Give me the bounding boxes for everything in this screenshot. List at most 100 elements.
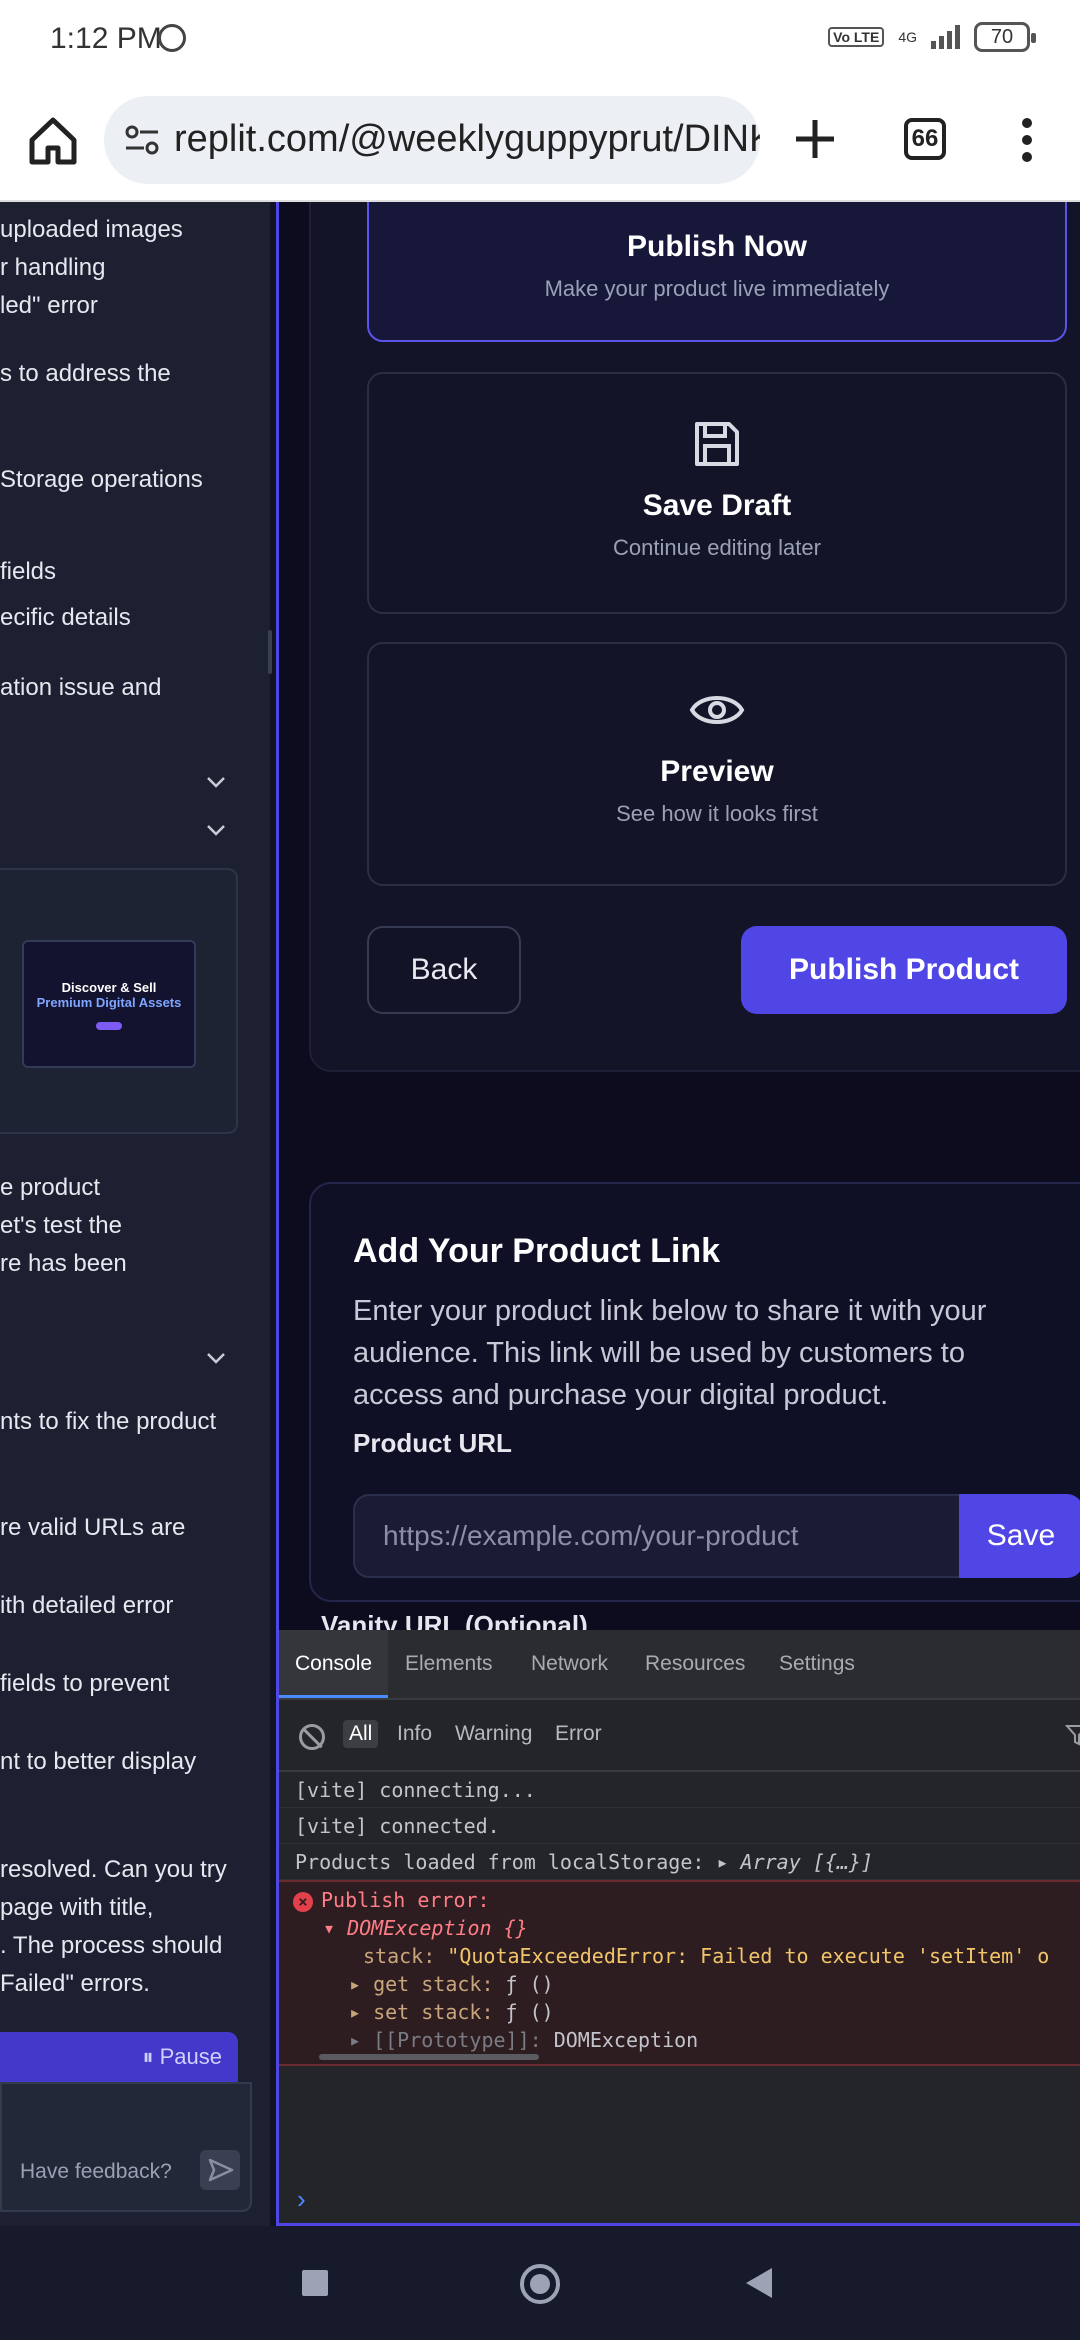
option-subtitle: See how it looks first [616,801,818,826]
new-tab-icon[interactable] [790,114,840,164]
feedback-input[interactable]: Have feedback? [0,2082,252,2212]
stack-value: "QuotaExceededError: Failed to execute '… [447,1944,1050,1968]
chat-line: fields [0,558,57,585]
save-url-button[interactable]: Save [959,1494,1080,1578]
chat-line: page with title, [0,1894,154,1921]
preview-option[interactable]: Preview See how it looks first [367,642,1067,886]
system-nav-bar [0,2226,1080,2340]
log-message: Products loaded from localStorage: [295,1850,705,1874]
chat-line: e product [0,1174,101,1201]
browser-toolbar: replit.com/@weeklyguppyprut/DINK 66 [0,78,1080,202]
horizontal-scrollbar[interactable] [319,2054,539,2060]
prototype-value: DOMException [553,2028,699,2052]
console-prompt[interactable]: › [297,2184,306,2215]
get-stack-value: ƒ () [505,1972,554,1996]
filter-info[interactable]: Info [391,1720,438,1748]
publish-product-button[interactable]: Publish Product [741,926,1067,1014]
back-nav-button[interactable] [746,2268,772,2298]
panel-resize-handle[interactable] [268,630,272,674]
screenshot-thumbnail[interactable]: Discover & Sell Premium Digital Assets [22,940,196,1068]
overflow-menu-icon[interactable] [1020,118,1034,166]
filter-all[interactable]: All [343,1720,379,1748]
option-subtitle: Make your product live immediately [544,276,890,301]
chat-line: ecific details [0,604,131,631]
tab-network[interactable]: Network [531,1630,608,1698]
tab-settings[interactable]: Settings [779,1630,855,1698]
back-button[interactable]: Back [367,926,521,1014]
log-entry: [vite] connected. [279,1808,1080,1844]
eye-icon [689,696,745,724]
publish-now-option[interactable]: Publish Now Make your product live immed… [367,202,1067,342]
chat-line: r handling [0,254,106,281]
chat-line: nt to better display [0,1748,197,1775]
chevron-down-icon[interactable] [204,1350,228,1366]
screenshot-card[interactable]: Discover & Sell Premium Digital Assets [0,868,238,1134]
error-entry: × Publish error: ▾ DOMException {} stack:… [279,1880,1080,2066]
address-bar[interactable]: replit.com/@weeklyguppyprut/DINK [104,96,760,184]
tab-elements[interactable]: Elements [405,1630,493,1698]
product-link-card: Add Your Product Link Enter your product… [309,1182,1080,1602]
signal-icon [931,25,960,49]
product-url-input[interactable]: https://example.com/your-product [353,1494,961,1578]
save-draft-option[interactable]: Save Draft Continue editing later [367,372,1067,614]
home-button[interactable] [520,2264,560,2304]
chat-line: led" error [0,292,98,319]
set-stack-value: ƒ () [505,2000,554,2024]
exception-toggle[interactable]: ▾ DOMException {} [279,1914,1080,1942]
site-settings-icon[interactable] [124,122,160,158]
chat-line: fields to prevent [0,1670,170,1697]
get-stack-toggle[interactable]: ▸ get stack: [349,1972,494,1996]
funnel-icon[interactable] [1065,1724,1080,1746]
option-subtitle: Continue editing later [613,535,821,560]
console-log-list: [vite] connecting... [vite] connected. P… [279,1772,1080,2066]
option-title: Preview [660,755,774,788]
webview-frame: Publish Now Make your product live immed… [276,202,1080,2226]
chevron-down-icon[interactable] [204,822,228,838]
chat-line: re valid URLs are [0,1514,186,1541]
array-value[interactable]: ▸ Array [{…}] [716,1850,873,1874]
feedback-placeholder: Have feedback? [20,2160,172,2183]
chat-line: nts to fix the product [0,1408,217,1435]
log-entry: [vite] connecting... [279,1772,1080,1808]
chat-line: resolved. Can you try [0,1856,227,1883]
chat-line: . The process should [0,1932,223,1959]
chat-line: ation issue and [0,674,162,701]
home-icon[interactable] [26,114,80,168]
url-text: replit.com/@weeklyguppyprut/DINK [174,118,760,160]
devtools-tabs: Console Elements Network Resources Setti… [279,1630,1080,1700]
section-description: Enter your product link below to share i… [353,1295,987,1411]
log-entry: Products loaded from localStorage: ▸ Arr… [279,1844,1080,1880]
network-type: 4G [898,29,917,45]
chevron-down-icon[interactable] [204,774,228,790]
thumbnail-subheading: Premium Digital Assets [36,995,182,1010]
section-title: Add Your Product Link [353,1232,721,1270]
tab-switcher-button[interactable]: 66 [904,118,946,160]
tab-console[interactable]: Console [279,1630,389,1698]
chat-line: re has been [0,1250,127,1277]
thumbnail-heading: Discover & Sell [61,980,157,995]
agent-chat-panel: uploaded images r handling led" error s … [0,202,270,2226]
console-filter-bar: All Info Warning Error [279,1700,1080,1772]
recents-button[interactable] [302,2270,328,2296]
status-bar: 1:12 PM Vo LTE 4G 70 [0,0,1080,78]
clock: 1:12 PM [50,22,162,55]
prototype-toggle[interactable]: ▸ [[Prototype]]: [349,2028,542,2052]
filter-error[interactable]: Error [549,1720,608,1748]
alarm-icon [158,24,186,52]
stack-key: stack: [363,1944,436,1968]
error-title: Publish error: [321,1888,490,1912]
option-title: Publish Now [627,230,807,263]
filter-warning[interactable]: Warning [449,1720,538,1748]
save-icon [695,422,739,466]
devtools-panel: Console Elements Network Resources Setti… [279,1630,1080,2223]
option-title: Save Draft [642,489,792,522]
send-icon[interactable] [200,2150,240,2190]
battery-icon: 70 [974,22,1036,52]
clear-console-icon[interactable] [299,1724,325,1750]
set-stack-toggle[interactable]: ▸ set stack: [349,2000,494,2024]
pause-button[interactable]: ⏸ Pause [0,2032,238,2082]
chat-line: et's test the [0,1212,122,1239]
chat-line: s to address the [0,360,171,387]
tab-resources[interactable]: Resources [645,1630,745,1698]
product-url-label: Product URL [353,1428,512,1458]
